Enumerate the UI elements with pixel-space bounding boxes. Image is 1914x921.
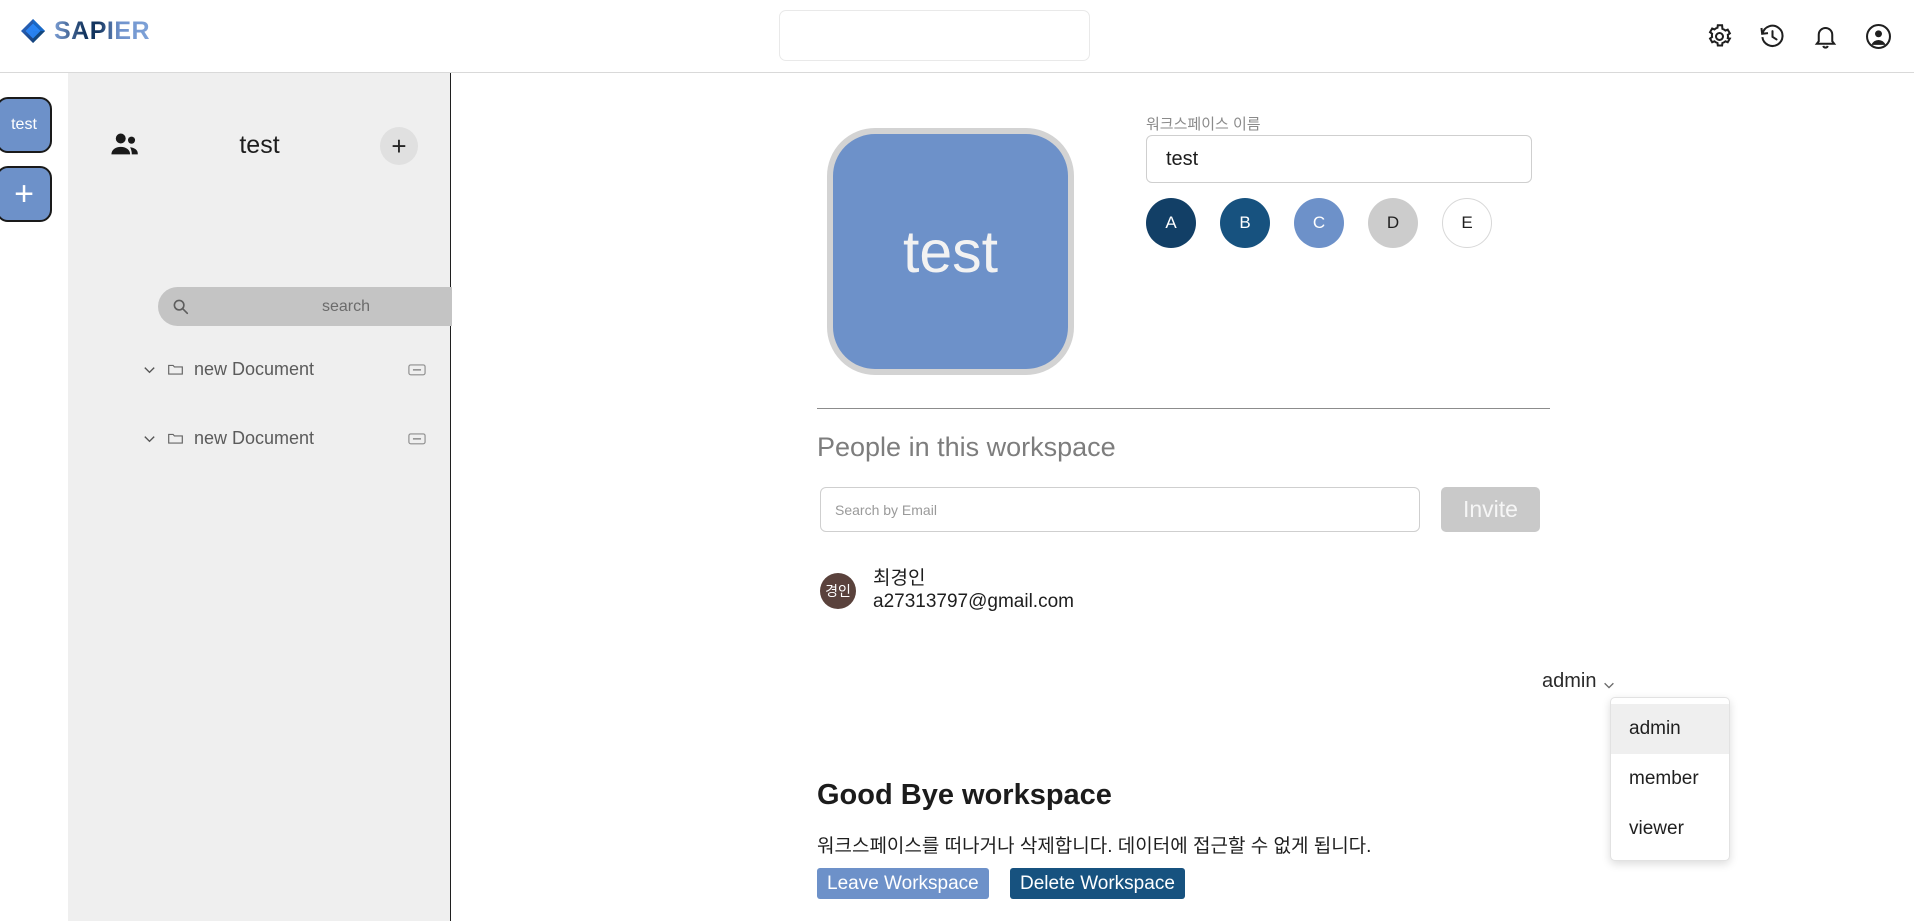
sidebar-header: test + bbox=[68, 73, 450, 165]
sidebar-document-row[interactable]: new Document bbox=[68, 349, 451, 389]
member-email: a27313797@gmail.com bbox=[873, 591, 1074, 612]
member-role-dropdown-menu: admin member viewer bbox=[1610, 697, 1730, 861]
member-role-dropdown-trigger[interactable]: admin bbox=[1542, 670, 1616, 693]
workspace-rail: test + bbox=[0, 73, 68, 921]
color-swatch-label: D bbox=[1386, 213, 1400, 232]
sidebar-document-row[interactable]: new Document bbox=[68, 418, 451, 458]
invite-button[interactable]: Invite bbox=[1441, 487, 1540, 532]
sidebar-document-label: new Document bbox=[194, 427, 315, 448]
member-role-value: admin bbox=[1542, 670, 1597, 692]
chevron-down-icon[interactable] bbox=[142, 431, 157, 446]
workspace-tile-label: test bbox=[11, 116, 37, 133]
sapier-diamond-logo-icon bbox=[20, 18, 46, 44]
role-option-label: member bbox=[1629, 768, 1699, 789]
goodbye-section-title: Good Bye workspace bbox=[817, 779, 1112, 811]
workspace-name-input[interactable] bbox=[1146, 135, 1532, 183]
top-bar-actions bbox=[1706, 0, 1892, 73]
people-section-title: People in this workspace bbox=[817, 432, 1116, 462]
workspace-color-swatches: A B C D E bbox=[1146, 198, 1492, 248]
role-option-admin[interactable]: admin bbox=[1611, 704, 1729, 754]
color-swatch-d[interactable]: D bbox=[1368, 198, 1418, 248]
role-option-label: viewer bbox=[1629, 818, 1684, 839]
color-swatch-label: E bbox=[1461, 213, 1473, 232]
notification-bell-icon[interactable] bbox=[1812, 23, 1839, 50]
member-avatar-initials: 경인 bbox=[825, 583, 851, 599]
color-swatch-label: A bbox=[1165, 213, 1177, 232]
leave-workspace-button[interactable]: Leave Workspace bbox=[817, 868, 989, 899]
role-option-member[interactable]: member bbox=[1611, 754, 1729, 804]
workspace-avatar[interactable]: test bbox=[827, 128, 1074, 375]
plus-icon: + bbox=[391, 130, 407, 161]
document-options-icon[interactable] bbox=[408, 363, 426, 376]
history-clock-icon[interactable] bbox=[1759, 23, 1786, 50]
section-divider bbox=[817, 408, 1550, 409]
app-logo[interactable]: SAPIER bbox=[20, 18, 150, 44]
color-swatch-a[interactable]: A bbox=[1146, 198, 1196, 248]
sidebar: test + new Document bbox=[68, 73, 500, 921]
role-option-viewer[interactable]: viewer bbox=[1611, 804, 1729, 854]
add-workspace-button[interactable]: + bbox=[0, 166, 52, 222]
color-swatch-label: C bbox=[1312, 213, 1326, 232]
account-circle-icon[interactable] bbox=[1865, 23, 1892, 50]
invite-email-input[interactable] bbox=[820, 487, 1420, 532]
folder-icon bbox=[167, 361, 184, 378]
workspace-avatar-label: test bbox=[902, 218, 999, 285]
chevron-down-icon[interactable] bbox=[142, 362, 157, 377]
settings-gear-icon[interactable] bbox=[1706, 23, 1733, 50]
chevron-down-icon bbox=[1602, 675, 1616, 689]
role-option-label: admin bbox=[1629, 718, 1681, 739]
sidebar-add-button[interactable]: + bbox=[380, 127, 418, 165]
main-content: test 워크스페이스 이름 A B C D E People in this … bbox=[452, 73, 1914, 921]
workspace-tile-test[interactable]: test bbox=[0, 97, 52, 153]
delete-workspace-button[interactable]: Delete Workspace bbox=[1010, 868, 1185, 899]
global-search-input[interactable] bbox=[779, 10, 1090, 61]
document-options-icon[interactable] bbox=[408, 432, 426, 445]
plus-icon: + bbox=[14, 175, 34, 213]
member-name: 최경인 bbox=[873, 568, 926, 589]
color-swatch-b[interactable]: B bbox=[1220, 198, 1270, 248]
color-swatch-label: B bbox=[1239, 213, 1251, 232]
member-avatar: 경인 bbox=[820, 573, 856, 609]
color-swatch-e[interactable]: E bbox=[1442, 198, 1492, 248]
top-bar: SAPIER bbox=[0, 0, 1914, 73]
member-row: 경인 최경인 a27313797@gmail.com bbox=[817, 561, 1550, 617]
color-swatch-c[interactable]: C bbox=[1294, 198, 1344, 248]
sidebar-search-input[interactable] bbox=[158, 287, 500, 326]
folder-icon bbox=[167, 430, 184, 447]
goodbye-section-description: 워크스페이스를 떠나거나 삭제합니다. 데이터에 접근할 수 없게 됩니다. bbox=[817, 836, 1372, 857]
workspace-name-label: 워크스페이스 이름 bbox=[1146, 116, 1261, 133]
app-brand-name: SAPIER bbox=[54, 17, 151, 45]
sidebar-document-label: new Document bbox=[194, 358, 315, 379]
